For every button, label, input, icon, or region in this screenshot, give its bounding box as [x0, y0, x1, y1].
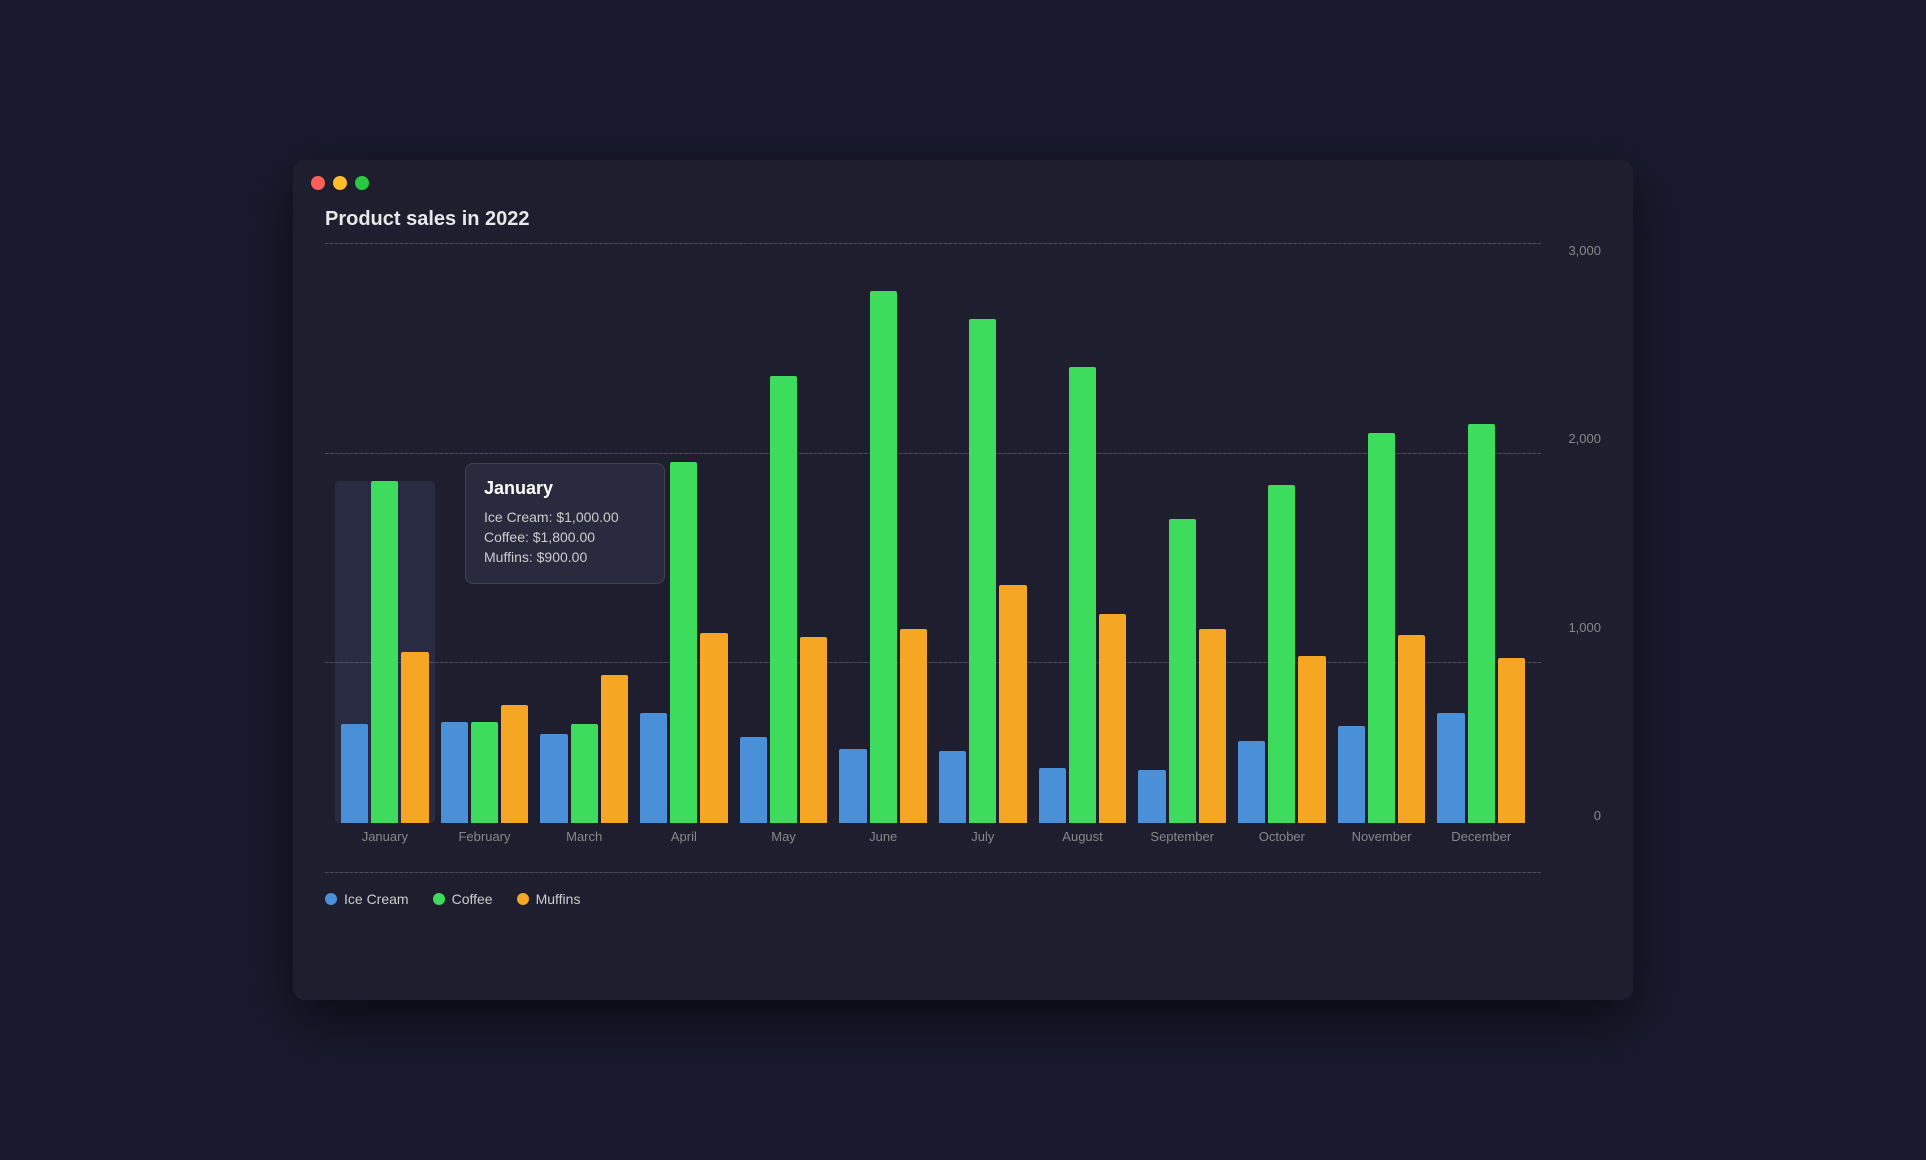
- bar-muffins-march: [601, 675, 628, 823]
- bar-coffee-july: [969, 319, 996, 823]
- bar-coffee-december: [1468, 424, 1495, 823]
- titlebar: [293, 160, 1633, 200]
- bar-muffins-july: [999, 585, 1026, 823]
- month-group-february[interactable]: [435, 705, 535, 823]
- y-label-2000: 2,000: [1541, 431, 1601, 446]
- bar-coffee-june: [870, 291, 897, 823]
- month-group-march[interactable]: [534, 675, 634, 823]
- bar-coffee-january: [371, 481, 398, 823]
- bar-icecream-january: [341, 724, 368, 823]
- bar-icecream-october: [1238, 741, 1265, 823]
- chart-title: Product sales in 2022: [293, 200, 1633, 243]
- x-label-may: May: [734, 829, 834, 844]
- maximize-button[interactable]: [355, 176, 369, 190]
- bar-muffins-june: [900, 629, 927, 823]
- month-group-september[interactable]: [1132, 519, 1232, 823]
- month-group-may[interactable]: [734, 376, 834, 823]
- legend-dot-coffee: [433, 893, 445, 905]
- minimize-button[interactable]: [333, 176, 347, 190]
- bar-icecream-august: [1039, 768, 1066, 823]
- bar-muffins-august: [1099, 614, 1126, 823]
- grid-line-0: [325, 872, 1541, 873]
- y-label-0: 0: [1541, 808, 1601, 823]
- bar-coffee-february: [471, 722, 498, 823]
- bar-muffins-december: [1498, 658, 1525, 823]
- app-window: Product sales in 2022 3,000 2,000 1,000 …: [293, 160, 1633, 1000]
- bar-muffins-april: [700, 633, 727, 823]
- x-label-march: March: [534, 829, 634, 844]
- month-group-june[interactable]: [833, 291, 933, 823]
- month-group-october[interactable]: [1232, 485, 1332, 823]
- legend-label-coffee: Coffee: [452, 891, 493, 907]
- month-group-december[interactable]: [1431, 424, 1531, 823]
- legend-label-ice-cream: Ice Cream: [344, 891, 409, 907]
- x-label-january: January: [335, 829, 435, 844]
- bar-icecream-may: [740, 737, 767, 823]
- x-label-august: August: [1033, 829, 1133, 844]
- month-group-july[interactable]: [933, 319, 1033, 823]
- legend-dot-muffins: [517, 893, 529, 905]
- x-label-july: July: [933, 829, 1033, 844]
- y-axis: 3,000 2,000 1,000 0: [1541, 243, 1601, 823]
- bar-icecream-february: [441, 722, 468, 823]
- bar-coffee-march: [571, 724, 598, 823]
- legend-item-coffee: Coffee: [433, 891, 493, 907]
- bars-container: [325, 243, 1541, 823]
- x-label-september: September: [1132, 829, 1232, 844]
- month-group-november[interactable]: [1332, 433, 1432, 823]
- bar-coffee-may: [770, 376, 797, 823]
- bar-muffins-may: [800, 637, 827, 823]
- bar-icecream-november: [1338, 726, 1365, 823]
- bar-icecream-september: [1138, 770, 1165, 823]
- x-label-december: December: [1431, 829, 1531, 844]
- legend: Ice Cream Coffee Muffins: [293, 883, 1633, 915]
- x-label-november: November: [1332, 829, 1432, 844]
- x-label-october: October: [1232, 829, 1332, 844]
- bar-icecream-march: [540, 734, 567, 823]
- chart-inner: 3,000 2,000 1,000 0: [325, 243, 1601, 823]
- bar-coffee-august: [1069, 367, 1096, 823]
- y-label-1000: 1,000: [1541, 620, 1601, 635]
- month-group-august[interactable]: [1033, 367, 1133, 823]
- bar-muffins-january: [401, 652, 428, 823]
- legend-item-ice-cream: Ice Cream: [325, 891, 409, 907]
- x-label-june: June: [833, 829, 933, 844]
- bar-coffee-september: [1169, 519, 1196, 823]
- bar-icecream-april: [640, 713, 667, 823]
- legend-item-muffins: Muffins: [517, 891, 581, 907]
- bar-icecream-december: [1437, 713, 1464, 823]
- chart-area: 3,000 2,000 1,000 0 JanuaryFebruaryMarch…: [325, 243, 1601, 873]
- x-label-february: February: [435, 829, 535, 844]
- bar-muffins-september: [1199, 629, 1226, 823]
- bar-coffee-november: [1368, 433, 1395, 823]
- month-group-january[interactable]: [335, 481, 435, 823]
- bar-icecream-june: [839, 749, 866, 823]
- x-label-april: April: [634, 829, 734, 844]
- bar-icecream-july: [939, 751, 966, 823]
- legend-dot-ice-cream: [325, 893, 337, 905]
- y-label-3000: 3,000: [1541, 243, 1601, 258]
- bar-muffins-february: [501, 705, 528, 823]
- legend-label-muffins: Muffins: [536, 891, 581, 907]
- x-labels: JanuaryFebruaryMarchAprilMayJuneJulyAugu…: [325, 829, 1541, 844]
- month-group-april[interactable]: [634, 462, 734, 823]
- bar-muffins-october: [1298, 656, 1325, 823]
- bar-muffins-november: [1398, 635, 1425, 823]
- close-button[interactable]: [311, 176, 325, 190]
- bar-coffee-april: [670, 462, 697, 823]
- bar-coffee-october: [1268, 485, 1295, 823]
